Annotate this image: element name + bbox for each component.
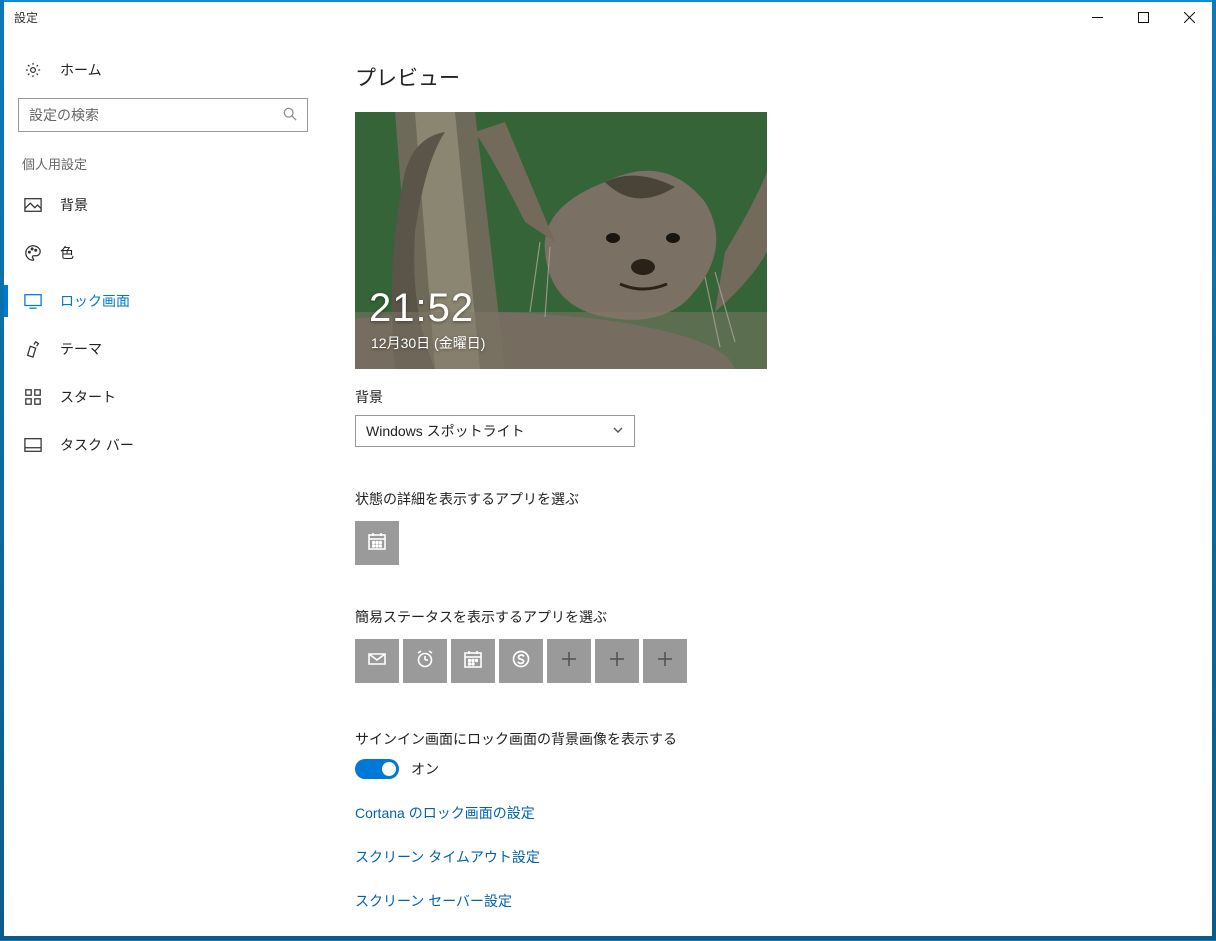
background-label: 背景: [355, 387, 1172, 407]
taskbar-icon: [24, 436, 42, 454]
minimize-button[interactable]: [1074, 2, 1120, 32]
sidebar-item-lock-screen[interactable]: ロック画面: [4, 277, 322, 325]
quick-status-tiles: [355, 639, 1172, 683]
signin-bg-label: サインイン画面にロック画面の背景画像を表示する: [355, 729, 1172, 749]
sidebar-section-label: 個人用設定: [4, 132, 322, 181]
quick-status-app-skype[interactable]: [499, 639, 543, 683]
sidebar-item-background[interactable]: 背景: [4, 181, 322, 229]
background-dropdown[interactable]: Windows スポットライト: [355, 415, 635, 447]
plus-icon: [560, 650, 578, 673]
sidebar-item-label: 背景: [60, 195, 88, 215]
quick-status-add-2[interactable]: [595, 639, 639, 683]
signin-bg-toggle[interactable]: [355, 759, 399, 779]
titlebar: 設定: [4, 2, 1212, 32]
plus-icon: [608, 650, 626, 673]
quick-status-app-mail[interactable]: [355, 639, 399, 683]
preview-date: 12月30日 (金曜日): [371, 333, 485, 353]
maximize-button[interactable]: [1120, 2, 1166, 32]
quick-status-label: 簡易ステータスを表示するアプリを選ぶ: [355, 607, 1172, 627]
sidebar: ホーム 設定の検索 個人用設定: [4, 32, 322, 941]
alarm-icon: [415, 649, 435, 674]
lock-screen-preview: 21:52 12月30日 (金曜日): [355, 112, 767, 369]
mail-icon: [367, 649, 387, 674]
search-wrap: 設定の検索: [4, 98, 322, 132]
link-screen-timeout[interactable]: スクリーン タイムアウト設定: [355, 847, 1172, 867]
settings-window: 設定 ホーム: [4, 0, 1212, 936]
link-cortana-lock-settings[interactable]: Cortana のロック画面の設定: [355, 803, 1172, 823]
chevron-down-icon: [612, 423, 624, 439]
start-icon: [24, 388, 42, 406]
theme-icon: [24, 340, 42, 358]
link-screensaver[interactable]: スクリーン セーバー設定: [355, 891, 1172, 911]
sidebar-item-taskbar[interactable]: タスク バー: [4, 421, 322, 469]
sidebar-item-label: テーマ: [60, 339, 102, 359]
gear-icon: [24, 61, 42, 79]
sidebar-item-start[interactable]: スタート: [4, 373, 322, 421]
search-input[interactable]: 設定の検索: [18, 98, 308, 132]
sidebar-item-label: タスク バー: [60, 435, 134, 455]
calendar-icon: [367, 531, 387, 556]
home-link[interactable]: ホーム: [4, 50, 322, 94]
quick-status-app-calendar[interactable]: [451, 639, 495, 683]
window-controls: [1074, 2, 1212, 32]
close-button[interactable]: [1166, 2, 1212, 32]
detailed-status-tiles: [355, 521, 1172, 565]
body: ホーム 設定の検索 個人用設定: [4, 32, 1212, 941]
signin-bg-toggle-row: オン: [355, 759, 1172, 779]
detailed-status-label: 状態の詳細を表示するアプリを選ぶ: [355, 489, 1172, 509]
image-icon: [24, 196, 42, 214]
content: プレビュー: [322, 32, 1212, 941]
quick-status-add-1[interactable]: [547, 639, 591, 683]
page-title: プレビュー: [355, 62, 1172, 92]
calendar-icon: [463, 649, 483, 674]
sidebar-item-colors[interactable]: 色: [4, 229, 322, 277]
sidebar-item-label: 色: [60, 243, 74, 263]
quick-status-app-alarm[interactable]: [403, 639, 447, 683]
sidebar-item-themes[interactable]: テーマ: [4, 325, 322, 373]
skype-icon: [511, 649, 531, 674]
detailed-status-app-calendar[interactable]: [355, 521, 399, 565]
preview-time: 21:52: [369, 286, 474, 331]
sidebar-item-label: スタート: [60, 387, 116, 407]
search-icon: [283, 107, 297, 124]
search-placeholder: 設定の検索: [29, 105, 99, 125]
plus-icon: [656, 650, 674, 673]
dropdown-value: Windows スポットライト: [366, 421, 525, 441]
quick-status-add-3[interactable]: [643, 639, 687, 683]
toggle-state: オン: [411, 759, 439, 779]
palette-icon: [24, 244, 42, 262]
window-title: 設定: [14, 9, 38, 26]
sidebar-item-label: ロック画面: [60, 291, 130, 311]
home-label: ホーム: [60, 60, 102, 80]
lock-screen-icon: [24, 292, 42, 310]
